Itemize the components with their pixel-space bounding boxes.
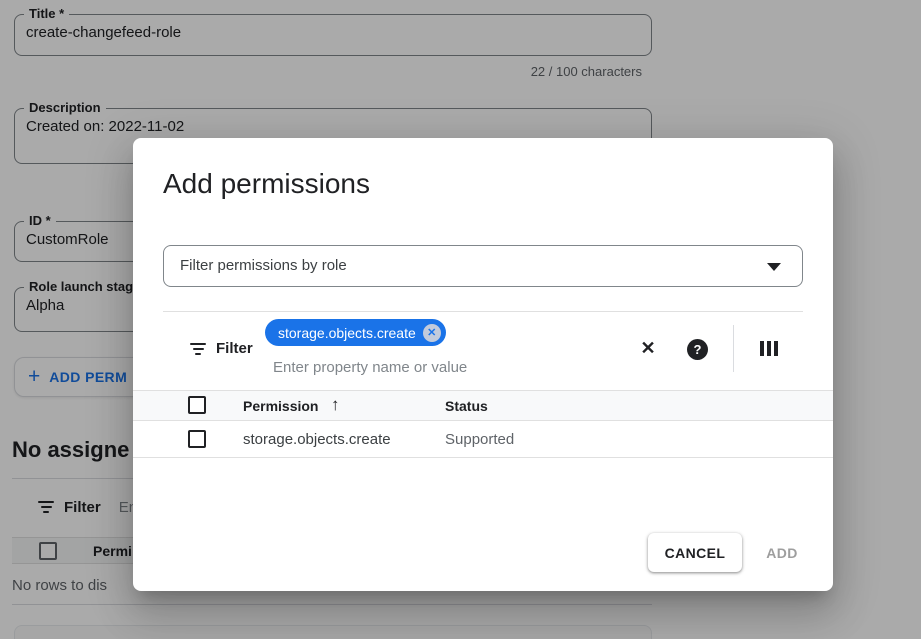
chip-remove-icon[interactable]: ✕	[423, 324, 441, 342]
filter-input[interactable]: Enter property name or value	[273, 359, 467, 376]
divider	[163, 311, 803, 312]
dialog-filter-label: Filter	[216, 340, 253, 357]
column-display-options-icon[interactable]	[760, 341, 778, 356]
cancel-button[interactable]: CANCEL	[648, 533, 742, 572]
table-row[interactable]: storage.objects.create Supported	[133, 422, 833, 458]
status-column-header[interactable]: Status	[445, 398, 488, 414]
filter-icon	[190, 343, 206, 355]
filter-chip-storage-objects-create[interactable]: storage.objects.create ✕	[265, 319, 446, 346]
filter-chip-label: storage.objects.create	[278, 325, 416, 341]
role-select-placeholder: Filter permissions by role	[180, 257, 347, 274]
add-permissions-dialog: Add permissions Filter permissions by ro…	[133, 138, 833, 591]
sort-ascending-icon[interactable]: ↑	[331, 395, 340, 415]
chevron-down-icon	[767, 263, 781, 271]
help-icon[interactable]: ?	[687, 339, 708, 360]
add-button[interactable]: ADD	[747, 533, 817, 572]
permission-column-header[interactable]: Permission	[243, 398, 318, 414]
row-permission-cell: storage.objects.create	[243, 431, 391, 448]
dialog-table-header: Permission ↑ Status	[133, 390, 833, 421]
row-checkbox[interactable]	[188, 430, 206, 448]
row-status-cell: Supported	[445, 431, 514, 448]
filter-permissions-by-role-select[interactable]: Filter permissions by role	[163, 245, 803, 287]
dialog-title: Add permissions	[163, 168, 370, 200]
select-all-checkbox[interactable]	[188, 396, 206, 414]
screen: Title * create-changefeed-role 22 / 100 …	[0, 0, 921, 639]
toolbar-divider	[733, 325, 734, 372]
clear-filters-icon[interactable]: ✕	[637, 338, 659, 359]
